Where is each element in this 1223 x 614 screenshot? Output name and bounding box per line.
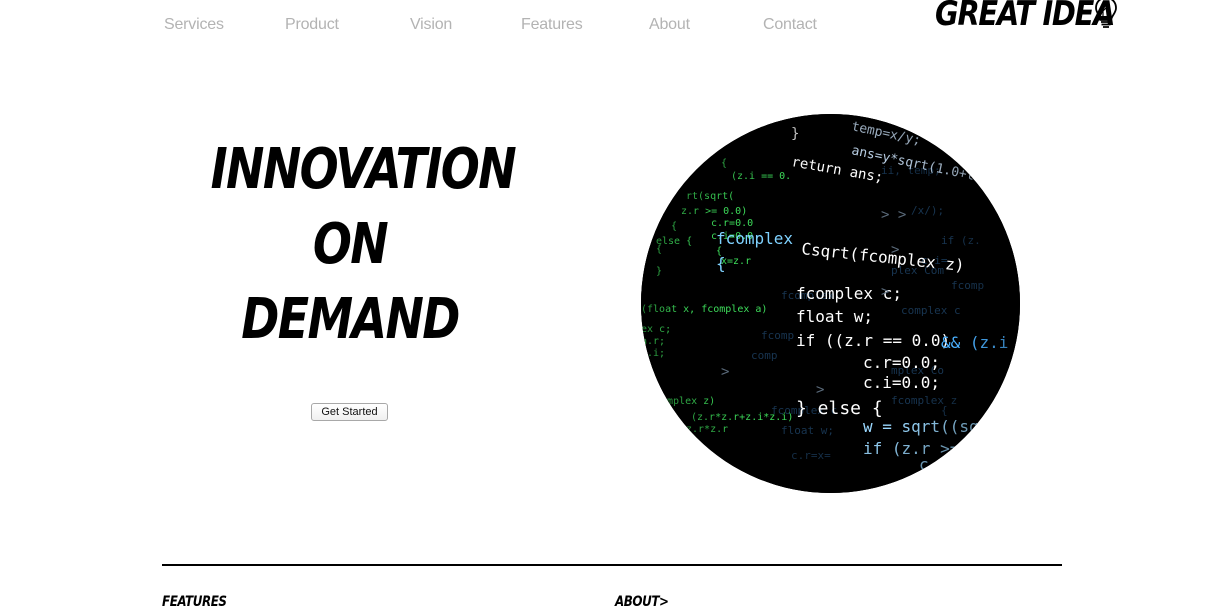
section-divider xyxy=(162,564,1062,566)
hero-title: INNOVATION ON DEMAND xyxy=(180,132,520,357)
lightbulb-icon xyxy=(1095,0,1117,28)
nav-link-contact[interactable]: Contact xyxy=(763,16,817,34)
get-started-button[interactable]: Get Started xyxy=(311,403,388,421)
svg-text:}: } xyxy=(641,376,647,387)
nav-link-features[interactable]: Features xyxy=(521,16,583,34)
code-image: ii, temp; /x/); if (z. c.i= fcomp fcompl… xyxy=(641,114,1020,493)
nav-link-product[interactable]: Product xyxy=(285,16,339,34)
footer-heading-about[interactable]: ABOUT> xyxy=(615,594,669,610)
nav-link-services[interactable]: Services xyxy=(164,16,224,34)
nav-link-about[interactable]: About xyxy=(649,16,690,34)
nav-link-vision[interactable]: Vision xyxy=(410,16,452,34)
hero-title-line-3: DEMAND xyxy=(241,287,460,352)
logo-text: GREAT IDEA xyxy=(935,0,1115,34)
hero-title-line-1: INNOVATION xyxy=(210,137,517,202)
footer-heading-features[interactable]: FEATURES xyxy=(162,594,227,610)
hero-title-line-2: ON xyxy=(312,212,389,277)
code-image-graphic: ii, temp; /x/); if (z. c.i= fcomp fcompl… xyxy=(641,114,1020,493)
site-logo[interactable]: GREAT IDEA xyxy=(935,0,1146,34)
